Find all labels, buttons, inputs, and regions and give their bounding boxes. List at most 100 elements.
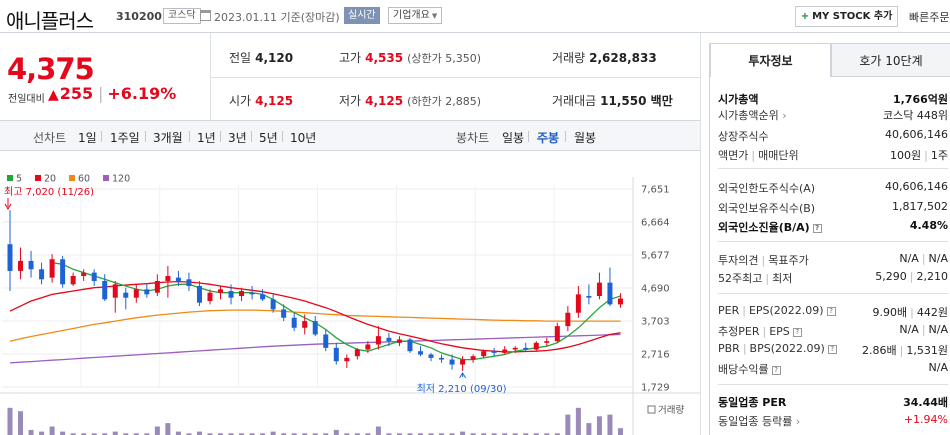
volume-bar [460, 431, 466, 435]
candle-body [102, 280, 108, 300]
high-label: 고가 [339, 51, 362, 65]
period-1d[interactable]: 1일 [78, 129, 97, 146]
candle-body [218, 289, 224, 293]
info-row: 액면가 | 매매단위 100원 | 1주 [718, 147, 948, 163]
low-stat: 저가 4,125 (하한가 2,885) [339, 92, 481, 109]
divider [282, 131, 283, 142]
divider: | [909, 270, 914, 283]
volume-bar [196, 431, 202, 435]
candle-daily[interactable]: 일봉 [502, 129, 524, 146]
info-value-secondary: 1주 [930, 149, 948, 162]
chevron-right-icon[interactable]: › [779, 109, 786, 122]
info-value: N/A | N/A [899, 323, 948, 336]
candle-body [333, 347, 339, 362]
period-3y[interactable]: 3년 [228, 129, 247, 146]
volume-bar [617, 428, 623, 435]
y-tick-label: 2,716 [641, 350, 670, 361]
tab-investment-info[interactable]: 투자정보 [710, 43, 831, 77]
max-price-label: 최고 7,020 (11/26) [4, 186, 94, 198]
volume-bar [565, 414, 571, 435]
candle-body [439, 357, 445, 360]
volume-bar [175, 431, 181, 435]
up-triangle-icon: ▲ [48, 87, 59, 103]
period-5y[interactable]: 5년 [259, 129, 278, 146]
divider [718, 293, 948, 294]
weekly-candle-chart[interactable]: 5 20 60 120 7,651 6,664 5,677 4,690 3,703 2,716 1… [0, 165, 700, 435]
amount-value: 11,550 백만 [600, 94, 673, 108]
divider [220, 131, 221, 142]
help-icon[interactable]: ? [826, 307, 836, 316]
open-label: 시가 [229, 94, 252, 108]
volume-bar [39, 431, 45, 435]
info-row: 52주최고 | 최저 5,290 | 2,210 [718, 270, 948, 286]
candle-body [617, 298, 623, 305]
info-value: 2.86배 | 1,531원 [862, 342, 948, 358]
divider: | [742, 304, 746, 317]
info-value-secondary: N/A [928, 252, 948, 265]
line-chart-label: 선차트 [33, 131, 67, 145]
divider [718, 168, 948, 169]
upper-limit: (상한가 5,350) [407, 52, 481, 65]
candle-body [449, 359, 455, 365]
help-icon[interactable]: ? [792, 328, 802, 337]
info-value: 40,606,146 [885, 180, 948, 193]
quick-order-link[interactable]: 빠른주문 [909, 9, 949, 25]
info-value: 5,290 | 2,210 [875, 270, 948, 283]
divider: | [921, 252, 926, 265]
period-1y[interactable]: 1년 [197, 129, 216, 146]
info-value: 9.90배 | 442원 [873, 304, 948, 320]
period-1w[interactable]: 1주일 [110, 129, 140, 146]
period-3m[interactable]: 3개월 [153, 129, 183, 146]
candle-body [260, 294, 266, 300]
candle-body [312, 321, 318, 335]
divider [189, 131, 190, 142]
info-label: 외국인보유주식수(B) [718, 202, 816, 215]
candle-body [607, 282, 613, 305]
mystock-add-label: MY STOCK 추가 [812, 11, 893, 22]
info-value-primary: 5,290 [875, 270, 907, 283]
info-value-secondary: N/A [928, 323, 948, 336]
candle-body [575, 294, 581, 313]
legend-label: 5 [16, 174, 22, 185]
tab-orderbook[interactable]: 호가 10단계 [831, 43, 950, 77]
candle-body [291, 317, 297, 328]
candle-weekly[interactable]: 주봉 [537, 129, 559, 146]
candle-body [365, 344, 371, 350]
candle-monthly[interactable]: 월봉 [574, 129, 596, 146]
info-value: 1,766억원 [892, 93, 948, 106]
period-10y[interactable]: 10년 [290, 129, 316, 146]
info-value: 100원 | 1주 [890, 147, 948, 163]
info-row: 외국인한도주식수(A) 40,606,146 [718, 180, 948, 196]
min-price-label: 최저 2,210 (09/30) [417, 383, 507, 395]
candle-body [386, 337, 392, 342]
market-badge: 코스닥 [163, 8, 201, 24]
volume-bar [28, 429, 34, 435]
help-icon[interactable]: ? [812, 224, 822, 233]
info-label-secondary: 매매단위 [758, 149, 799, 162]
volume-bar [575, 407, 581, 435]
realtime-button[interactable]: 실시간 [344, 7, 380, 24]
candle-body [428, 354, 434, 358]
legend-swatch [103, 175, 109, 181]
volume-bar [18, 411, 24, 435]
volume-stat: 거래량 2,628,833 [552, 49, 657, 66]
prev-close-value: 4,120 [255, 51, 294, 65]
info-value: +1.94% [903, 413, 948, 426]
help-icon[interactable]: ? [771, 366, 781, 375]
info-value-secondary: 442원 [916, 306, 948, 319]
help-icon[interactable]: ? [827, 345, 837, 354]
amount-label: 거래대금 [552, 94, 597, 108]
info-label: 상장주식수 [718, 130, 769, 143]
volume-label: 거래량 [552, 51, 586, 65]
mystock-add-button[interactable]: + MY STOCK 추가 [795, 6, 898, 27]
divider [101, 131, 102, 142]
high-value: 4,535 [365, 51, 404, 65]
chevron-right-icon[interactable]: › [792, 415, 800, 428]
info-row: 시가총액순위 › 코스닥 448위 [718, 107, 948, 123]
y-tick-label: 5,677 [641, 251, 670, 262]
info-label: 배당수익률? [718, 361, 781, 377]
volume-bar [586, 423, 592, 435]
candle-body [533, 342, 539, 350]
divider: | [742, 342, 747, 355]
company-overview-button[interactable]: 기업개요 ▼ [388, 7, 443, 24]
